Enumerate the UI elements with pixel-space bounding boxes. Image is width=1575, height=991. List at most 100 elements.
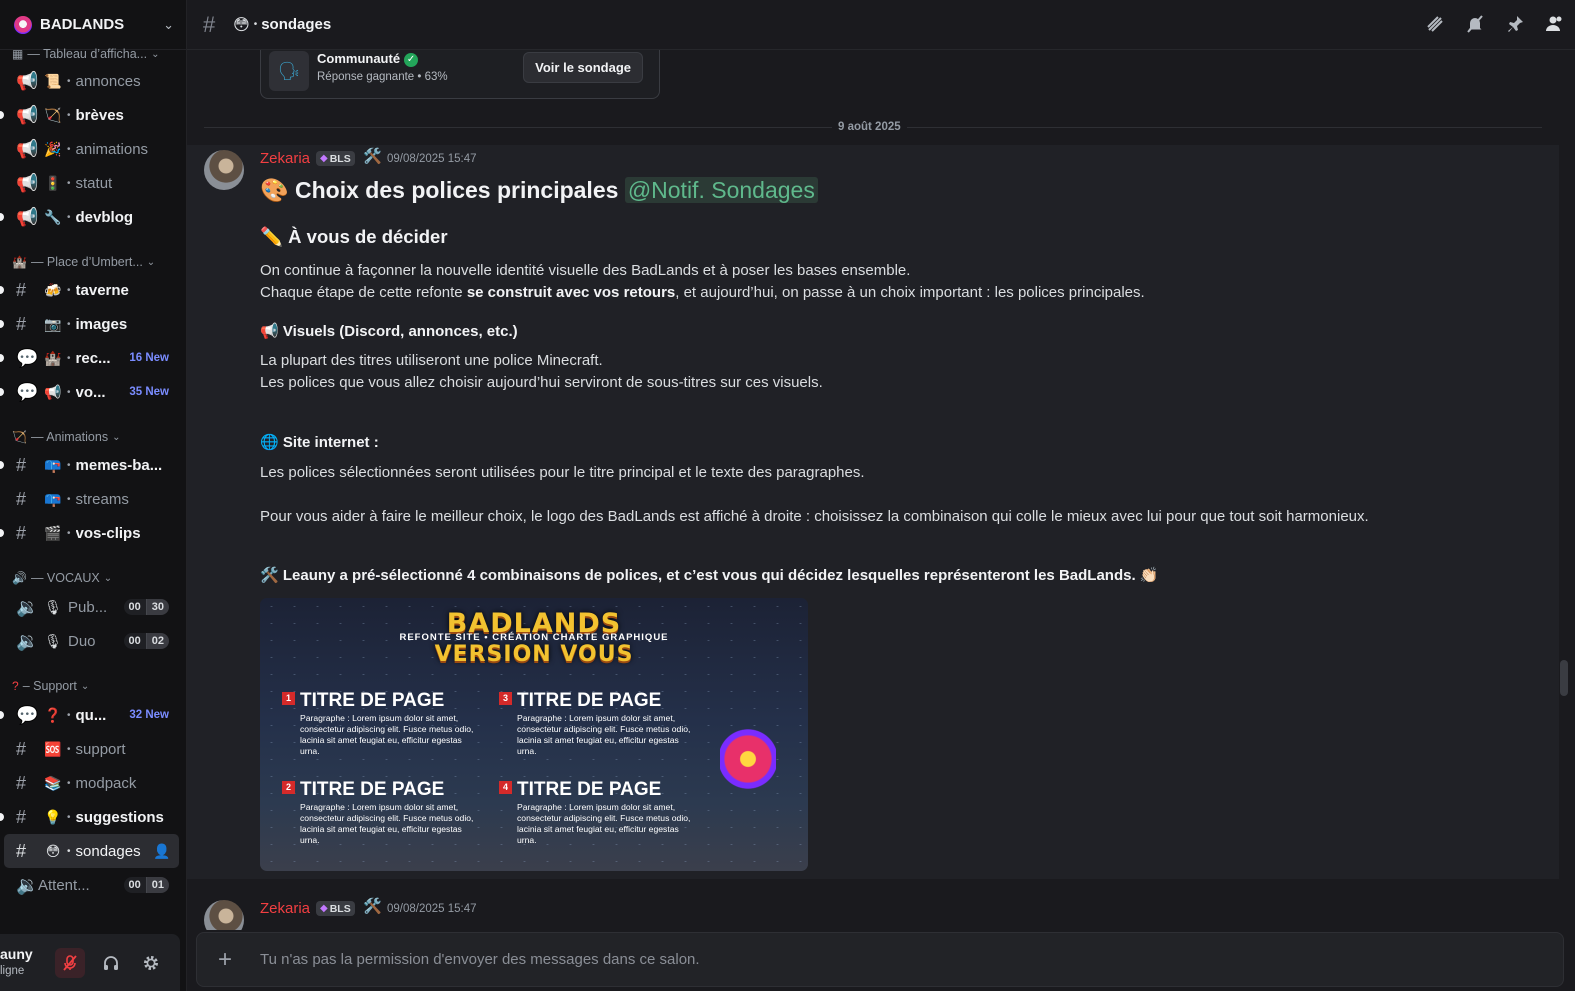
channel-streams[interactable]: # 📪 • streams	[4, 482, 179, 516]
channel-devblog[interactable]: 📢 🔧 • devblog	[0, 200, 179, 234]
mic-muted-icon[interactable]	[55, 948, 85, 978]
channel-name: vo...	[75, 383, 106, 401]
forum-icon: 💬	[16, 347, 39, 368]
channel-qu[interactable]: 💬 ❓ • qu... 32 New	[0, 698, 179, 732]
channel-support[interactable]: # 🆘 • support	[4, 732, 179, 766]
category-place[interactable]: 🏰 — Place d’Umbert... ⌄	[0, 252, 186, 272]
channel-taverne[interactable]: # 🍻 • taverne	[0, 273, 179, 307]
text-span: , et aujourd’hui, on passe à un choix im…	[675, 284, 1145, 301]
bow-icon: 🏹	[12, 430, 27, 444]
avatar[interactable]	[204, 150, 244, 190]
avatar[interactable]	[204, 900, 244, 930]
header-toolbar	[1415, 14, 1575, 39]
channel-vos-clips[interactable]: # 🎬 • vos-clips	[0, 516, 179, 550]
hash-icon: #	[16, 840, 27, 861]
voice-user-count: 00 01	[123, 877, 169, 893]
forum-icon: 💬	[16, 704, 39, 725]
channel-emoji: 📪	[44, 490, 62, 507]
announcement-icon: 📢	[16, 104, 39, 125]
voice-channel-pub[interactable]: 🔉 🎙 Pub... 00 30	[4, 590, 179, 624]
category-label: — Place d’Umbert...	[30, 255, 143, 269]
category-label: – Support	[22, 679, 77, 693]
channel-images[interactable]: # 📷 • images	[0, 307, 179, 341]
gem-icon: ◆	[320, 903, 328, 914]
hash-icon: #	[16, 279, 27, 300]
option-title: TITRE DE PAGE	[300, 779, 445, 800]
category-tableau[interactable]: ▦ — Tableau d’afficha... ⌄	[0, 44, 186, 64]
channel-header: # 😳 • sondages	[187, 0, 1575, 50]
separator-dot: •	[67, 75, 71, 87]
voice-user-count: 00 30	[123, 599, 169, 615]
channel-animations[interactable]: 📢 🎉 • animations	[4, 132, 179, 166]
channel-breves[interactable]: 📢 🏹 • brèves	[0, 98, 179, 132]
voice-channel-duo[interactable]: 🔉 🎙 Duo 00 02	[4, 624, 179, 658]
option-number: 4	[499, 781, 512, 794]
voice-count-current: 00	[123, 599, 147, 615]
paragraph-line: Les polices que vous allez choisir aujou…	[260, 374, 823, 391]
announcement-icon: 📢	[16, 172, 39, 193]
poll-winner-subtitle: Réponse gagnante • 63%	[317, 71, 448, 83]
separator-dot: •	[67, 211, 71, 223]
message-composer: + Tu n'as pas la permission d'envoyer de…	[196, 932, 1564, 987]
option-title: TITRE DE PAGE	[517, 779, 662, 800]
channel-suggestions[interactable]: # 💡 • suggestions	[0, 800, 179, 834]
voice-channel-attente[interactable]: 🔉 Attent... 00 01	[4, 868, 179, 902]
category-support[interactable]: ? – Support ⌄	[0, 676, 186, 696]
server-tag[interactable]: ◆ BLS	[316, 151, 355, 166]
voice-user-count: 00 02	[123, 633, 169, 649]
category-animations[interactable]: 🏹 — Animations ⌄	[0, 427, 186, 447]
hash-icon: #	[16, 313, 27, 334]
channel-sondages[interactable]: # 😳 • sondages 👤	[4, 834, 179, 868]
channel-memes[interactable]: # 📪 • memes-ba...	[0, 448, 179, 482]
channel-vo[interactable]: 💬 📢 • vo... 35 New	[0, 375, 179, 409]
channel-name: suggestions	[75, 808, 164, 826]
channel-rec[interactable]: 💬 🏰 • rec... 16 New	[0, 341, 179, 375]
threads-icon[interactable]	[1415, 14, 1455, 39]
message-list[interactable]: 🗣 Communauté ✓ Réponse gagnante • 63% Voi…	[187, 50, 1575, 930]
member-list-icon[interactable]	[1535, 14, 1575, 39]
message-subheading: ✏️ À vous de décider	[260, 226, 448, 247]
category-vocaux[interactable]: 🔊 — VOCAUX ⌄	[0, 568, 186, 588]
server-header[interactable]: BADLANDS ⌄	[0, 0, 186, 50]
channel-modpack[interactable]: # 📚 • modpack	[4, 766, 179, 800]
section-visuels: 📢 Visuels (Discord, annonces, etc.)	[260, 323, 518, 340]
channel-name: rec...	[75, 349, 111, 367]
speaker-icon: 🔊	[12, 571, 27, 585]
user-name[interactable]: auny	[0, 946, 33, 962]
gear-icon[interactable]	[136, 948, 166, 978]
message-timestamp: 09/08/2025 15:47	[387, 153, 477, 165]
separator-dot: •	[67, 109, 71, 121]
fonts-preview-image[interactable]: BADLANDS REFONTE SITE • CRÉATION CHARTE …	[260, 598, 808, 871]
channel-emoji: 🎉	[44, 140, 62, 157]
add-member-icon[interactable]: 👤	[153, 843, 171, 860]
voice-count-limit: 01	[146, 877, 169, 893]
poll-winner-title: Communauté ✓	[317, 51, 419, 67]
notifications-muted-icon[interactable]	[1455, 14, 1495, 39]
pin-icon[interactable]	[1495, 14, 1535, 39]
view-poll-button[interactable]: Voir le sondage	[523, 52, 643, 83]
channel-emoji: 🎙	[44, 632, 62, 649]
message-author[interactable]: Zekaria	[260, 150, 310, 167]
channel-name: statut	[75, 174, 113, 192]
server-logo-icon	[14, 15, 32, 34]
channel-annonces[interactable]: 📢 📜 • annonces	[4, 64, 179, 98]
channel-emoji: 🔧	[44, 208, 62, 225]
role-mention[interactable]: @Notif. Sondages	[624, 177, 818, 203]
text-span: Chaque étape de cette refonte	[260, 284, 467, 301]
channel-sidebar: BADLANDS ⌄ ▦ — Tableau d’afficha... ⌄ 📢 …	[0, 0, 187, 991]
chevron-down-icon: ⌄	[146, 256, 156, 268]
chevron-down-icon: ⌄	[80, 680, 90, 692]
chevron-down-icon: ⌄	[112, 431, 121, 443]
paragraph-line: La plupart des titres utiliseront une po…	[260, 352, 603, 369]
separator-dot: •	[67, 709, 71, 721]
hash-icon: #	[16, 772, 27, 793]
scrollbar-thumb[interactable]	[1560, 660, 1568, 696]
plus-icon[interactable]: +	[197, 946, 253, 974]
headphones-icon[interactable]	[96, 948, 126, 978]
channel-statut[interactable]: 📢 🚦 • statut	[4, 166, 179, 200]
server-name: BADLANDS	[40, 16, 125, 33]
chevron-down-icon[interactable]: ⌄	[163, 17, 174, 33]
server-tag[interactable]: ◆ BLS	[316, 901, 355, 916]
category-label: — Tableau d’afficha...	[27, 47, 148, 61]
message-author[interactable]: Zekaria	[260, 900, 310, 917]
